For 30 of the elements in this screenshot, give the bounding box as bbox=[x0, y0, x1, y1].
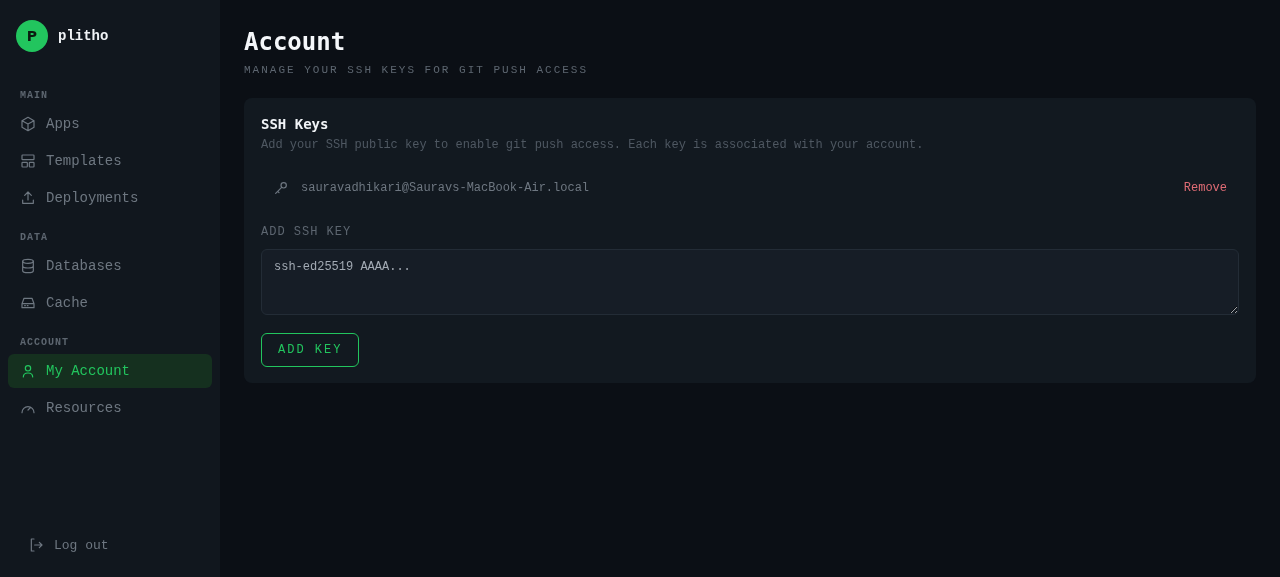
sidebar-item[interactable]: Cache bbox=[8, 286, 212, 320]
card-title: SSH Keys bbox=[261, 116, 329, 132]
add-key-button[interactable]: ADD KEY bbox=[261, 333, 360, 367]
upload-icon bbox=[20, 190, 36, 206]
cube-icon bbox=[20, 116, 36, 132]
logout-icon bbox=[28, 537, 44, 553]
ssh-key-input[interactable]: ssh-ed25519 AAAA... bbox=[261, 249, 1239, 315]
section-heading: MAIN bbox=[19, 89, 49, 103]
sidebar-item[interactable]: My Account bbox=[8, 354, 212, 388]
card-description: Add your SSH public key to enable git push access. Each key is associated with your account. bbox=[261, 138, 924, 152]
logout-link[interactable]: Log out bbox=[28, 537, 200, 553]
drive-icon bbox=[20, 295, 36, 311]
page-subtitle: MANAGE YOUR SSH KEYS FOR GIT PUSH ACCESS bbox=[244, 64, 590, 76]
database-icon bbox=[20, 258, 36, 274]
user-icon bbox=[20, 363, 36, 379]
logo-avatar: P bbox=[16, 20, 48, 52]
page-title: Account bbox=[244, 28, 347, 56]
ssh-key-name: sauravadhikari@Sauravs-MacBook-Air.local bbox=[301, 181, 591, 195]
field-label: ADD SSH KEY bbox=[261, 225, 352, 239]
sidebar-item[interactable]: Resources bbox=[8, 391, 212, 425]
layout-icon bbox=[20, 153, 36, 169]
remove-link[interactable]: Remove bbox=[1183, 181, 1227, 195]
key-icon bbox=[273, 180, 289, 196]
sidebar-item[interactable]: Databases bbox=[8, 249, 212, 283]
sidebar-item[interactable]: Apps bbox=[8, 107, 212, 141]
brand-name: plitho bbox=[58, 28, 109, 44]
sidebar-item[interactable]: Templates bbox=[8, 144, 212, 178]
section-heading: ACCOUNT bbox=[19, 336, 70, 350]
sidebar-item[interactable]: Deployments bbox=[8, 181, 212, 215]
section-heading: DATA bbox=[19, 231, 49, 245]
